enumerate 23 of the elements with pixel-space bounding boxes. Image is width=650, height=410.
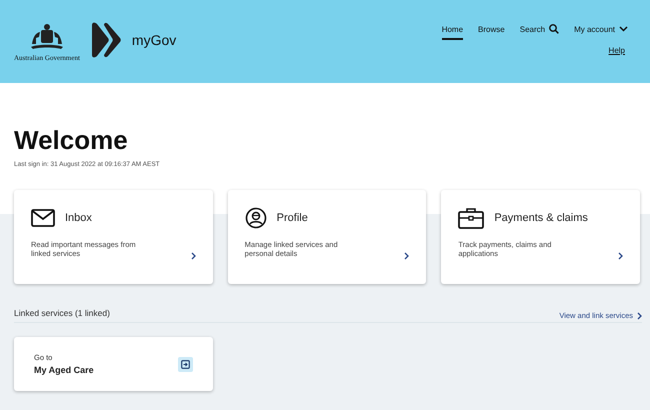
help-link[interactable]: Help: [608, 46, 625, 55]
chevron-down-icon: [619, 26, 628, 32]
page-title: Welcome: [14, 127, 129, 153]
nav-link[interactable]: Browse: [478, 24, 505, 40]
nav-link[interactable]: My account: [574, 24, 628, 40]
card-title: Payments & claims: [494, 212, 588, 224]
search-icon: [549, 24, 560, 34]
card-title: Inbox: [65, 212, 92, 224]
card-title: Profile: [276, 212, 308, 224]
chevron-right-icon[interactable]: [404, 252, 410, 260]
envelope-icon: [31, 209, 55, 227]
chevron-right-icon: [637, 312, 642, 320]
profile-icon: [244, 207, 267, 229]
briefcase-icon: [458, 207, 484, 229]
nav-link[interactable]: Search: [520, 24, 560, 40]
brand-name[interactable]: myGov: [132, 32, 176, 48]
brand-logo-icon[interactable]: [90, 22, 122, 58]
chevron-right-icon[interactable]: [190, 252, 196, 260]
chevron-right-icon[interactable]: [618, 252, 624, 260]
nav-link[interactable]: Home: [442, 24, 464, 40]
open-service-icon[interactable]: [178, 356, 193, 372]
service-name: My Aged Care: [34, 365, 94, 375]
section-heading: Linked services (1 linked): [14, 308, 110, 318]
